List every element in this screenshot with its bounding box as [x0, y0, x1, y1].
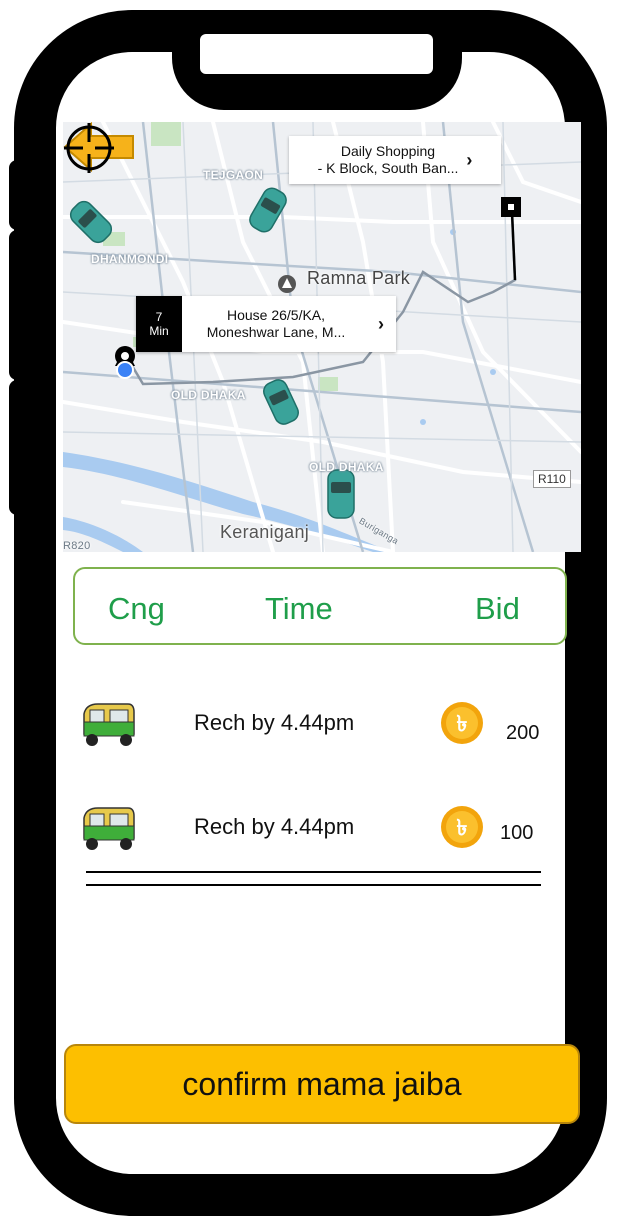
chevron-right-icon: › — [378, 313, 384, 334]
taka-coin-icon: ৳ — [441, 702, 483, 744]
phone-side-button — [9, 160, 25, 230]
svg-text:৳: ৳ — [457, 712, 468, 737]
ride-bid: 200 — [506, 722, 540, 744]
map-label-keraniganj: Keraniganj — [220, 522, 310, 542]
ride-eta: Rech by 4.44pm — [194, 814, 355, 839]
destination-line2: - K Block, South Ban... — [317, 160, 459, 176]
ride-option-row[interactable]: Rech by 4.44pm ৳ 100 — [76, 804, 556, 864]
pickup-callout[interactable]: 7 Min House 26/5/KA, Moneshwar Lane, M..… — [136, 296, 396, 352]
header-time: Time — [265, 591, 333, 626]
map-label-tejgaon: TEJGAON — [203, 168, 264, 182]
header-cng: Cng — [108, 591, 165, 626]
pickup-line2: Moneshwar Lane, M... — [206, 324, 346, 340]
eta-unit: Min — [149, 324, 169, 338]
header-bid: Bid — [475, 591, 520, 626]
phone-side-button — [9, 230, 25, 380]
phone-side-button — [9, 380, 25, 515]
pickup-line1: House 26/5/KA, — [226, 307, 326, 323]
divider — [86, 884, 541, 886]
map-view[interactable]: TEJGAON DHANMONDI Ramna Park OLD DHAKA O… — [63, 122, 581, 552]
map-label-old-dhaka: OLD DHAKA — [309, 460, 384, 474]
cng-rickshaw-icon — [83, 807, 135, 850]
destination-line1: Daily Shopping — [340, 143, 436, 159]
ride-eta: Rech by 4.44pm — [194, 710, 355, 735]
ride-table-header: Cng Time Bid — [73, 567, 567, 645]
road-badge-corner: R820 — [63, 540, 91, 552]
eta-value: 7 — [155, 310, 163, 324]
car-icon — [263, 379, 299, 425]
taka-coin-icon: ৳ — [441, 806, 483, 848]
map-label-dhanmondi: DHANMONDI — [91, 252, 169, 266]
phone-speaker — [200, 34, 433, 74]
road-badge: R110 — [533, 470, 571, 488]
confirm-button[interactable]: confirm mama jaiba — [64, 1044, 580, 1124]
eta-badge: 7 Min — [136, 296, 182, 352]
car-icon — [327, 469, 355, 519]
cng-rickshaw-icon — [83, 703, 135, 746]
map-label-ramna-park: Ramna Park — [307, 268, 411, 288]
ride-bid: 100 — [500, 822, 534, 844]
chevron-right-icon: › — [466, 149, 473, 170]
ride-option-row[interactable]: Rech by 4.44pm ৳ 200 — [76, 700, 556, 760]
map-label-old-dhaka: OLD DHAKA — [171, 388, 246, 402]
destination-callout[interactable]: Daily Shopping - K Block, South Ban... › — [289, 136, 501, 184]
divider — [86, 871, 541, 873]
svg-text:৳: ৳ — [457, 816, 468, 841]
crosshair-icon[interactable] — [63, 122, 115, 174]
